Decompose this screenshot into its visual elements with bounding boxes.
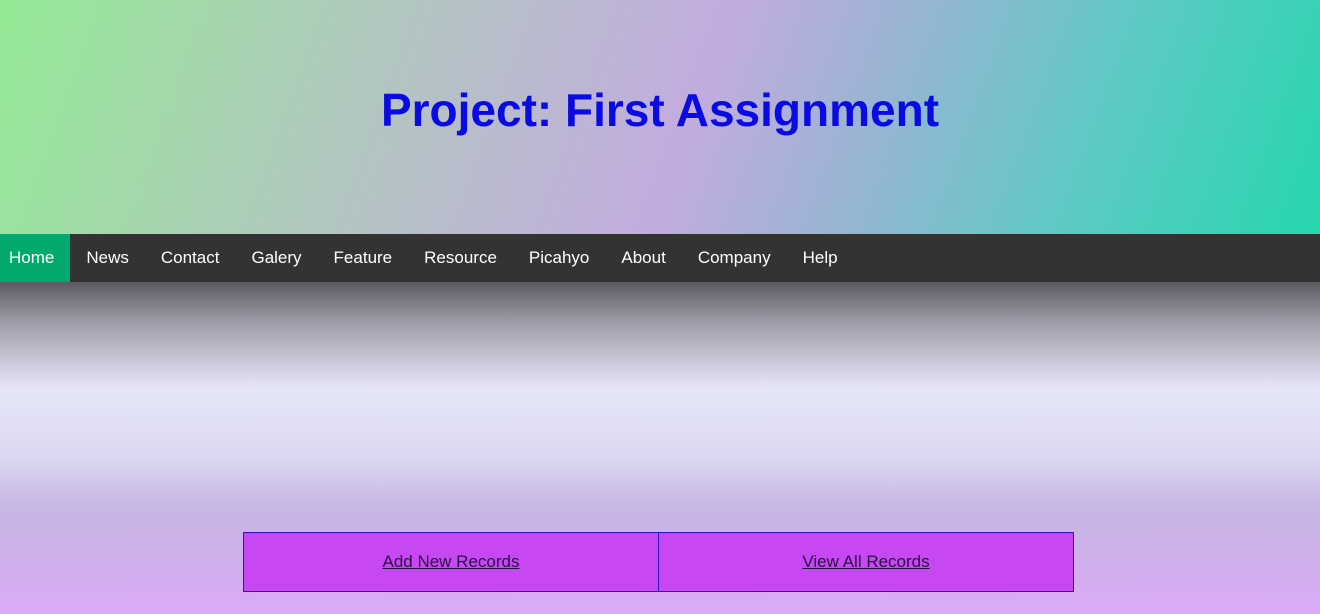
record-actions-table: Add New Records View All Records bbox=[243, 532, 1074, 592]
nav-item-company[interactable]: Company bbox=[682, 234, 787, 282]
view-all-records-link[interactable]: View All Records bbox=[802, 552, 929, 572]
top-navbar: Home News Contact Galery Feature Resourc… bbox=[0, 234, 1320, 282]
nav-item-news[interactable]: News bbox=[70, 234, 145, 282]
add-records-cell: Add New Records bbox=[244, 533, 658, 591]
nav-item-resource[interactable]: Resource bbox=[408, 234, 513, 282]
nav-item-contact[interactable]: Contact bbox=[145, 234, 236, 282]
add-new-records-link[interactable]: Add New Records bbox=[382, 552, 519, 572]
page-title: Project: First Assignment bbox=[380, 84, 940, 136]
nav-item-home[interactable]: Home bbox=[0, 234, 71, 282]
nav-item-help[interactable]: Help bbox=[787, 234, 854, 282]
view-records-cell: View All Records bbox=[658, 533, 1073, 591]
nav-item-about[interactable]: About bbox=[605, 234, 681, 282]
nav-item-galery[interactable]: Galery bbox=[235, 234, 317, 282]
nav-item-picahyo[interactable]: Picahyo bbox=[513, 234, 605, 282]
main-content: Add New Records View All Records bbox=[0, 282, 1320, 614]
page-header: Project: First Assignment bbox=[0, 0, 1320, 234]
nav-item-feature[interactable]: Feature bbox=[318, 234, 409, 282]
